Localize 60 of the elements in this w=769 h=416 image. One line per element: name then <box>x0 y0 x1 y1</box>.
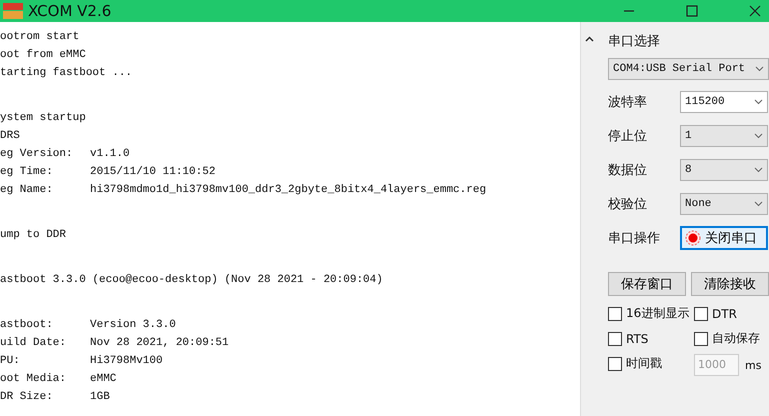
log-value: 1GB <box>90 391 110 403</box>
checkbox-label: 自动保存 <box>712 330 760 347</box>
checkbox[interactable] <box>608 306 622 320</box>
log-line: ootrom start <box>0 31 80 43</box>
log-line: tarting fastboot ... <box>0 67 132 79</box>
scrollbar[interactable] <box>580 22 598 416</box>
checkbox[interactable] <box>694 306 708 320</box>
setting-select[interactable]: 8 <box>680 159 768 181</box>
panel-button[interactable]: 清除接收 <box>691 272 769 296</box>
checkbox-label: 时间戳 <box>626 355 662 372</box>
log-value: Version 3.3.0 <box>90 319 176 331</box>
checkbox[interactable] <box>608 356 622 370</box>
checkbox-label: 16进制显示 <box>626 305 690 322</box>
log-value: Hi3798Mv100 <box>90 355 163 367</box>
dropdown-icon <box>755 66 764 72</box>
dropdown-icon <box>754 201 763 207</box>
setting-label: 波特率 <box>608 94 648 111</box>
log-label: uild Date: <box>0 336 68 351</box>
setting-label: 数据位 <box>608 162 648 179</box>
checkbox-label: DTR <box>712 306 737 320</box>
checkbox-label: RTS <box>626 332 648 346</box>
setting-select[interactable]: None <box>680 193 768 215</box>
setting-label: 校验位 <box>608 196 648 213</box>
log-line: ystem startup <box>0 112 86 124</box>
log-label: eg Time: <box>0 165 54 180</box>
log-label: eg Name: <box>0 183 54 198</box>
log-value: hi3798mdmo1d_hi3798mv100_ddr3_2gbyte_8bitx4_4layers_emmc.reg <box>90 184 486 196</box>
window-title: XCOM V2.6 <box>28 2 112 20</box>
log-line: astboot 3.3.0 (ecoo@ecoo-desktop) (Nov 28 2021 - 20:09:04) <box>0 274 383 286</box>
dropdown-icon <box>754 167 763 173</box>
setting-select[interactable]: 1 <box>680 125 768 147</box>
maximize-icon[interactable] <box>686 5 698 17</box>
dropdown-icon <box>754 99 763 105</box>
port-label: 串口选择 <box>608 33 661 50</box>
record-icon <box>685 230 701 246</box>
app-logo-icon <box>2 2 24 20</box>
checkbox[interactable] <box>608 332 622 346</box>
operation-label: 串口操作 <box>608 230 661 247</box>
scroll-up-icon[interactable] <box>585 36 594 42</box>
log-label: astboot: <box>0 318 54 333</box>
log-line: ump to DDR <box>0 229 66 241</box>
log-label: oot Media: <box>0 372 68 387</box>
close-icon[interactable] <box>749 5 761 17</box>
log-line: oot from eMMC <box>0 49 86 61</box>
log-value: v1.1.0 <box>90 148 130 160</box>
port-select[interactable]: COM4:USB Serial Port <box>608 58 769 80</box>
log-label: PU: <box>0 354 21 369</box>
dropdown-icon <box>754 133 763 139</box>
log-value: Nov 28 2021, 20:09:51 <box>90 337 229 349</box>
unit-label: ms <box>745 358 762 372</box>
log-value: eMMC <box>90 373 116 385</box>
log-label: eg Version: <box>0 147 74 162</box>
setting-select[interactable]: 115200 <box>680 91 768 113</box>
log-line: DRS <box>0 130 20 142</box>
log-value: 2015/11/10 11:10:52 <box>90 166 216 178</box>
close-port-button[interactable]: 关闭串口 <box>680 226 768 250</box>
checkbox[interactable] <box>694 332 708 346</box>
panel-button[interactable]: 保存窗口 <box>608 272 686 296</box>
setting-label: 停止位 <box>608 128 648 145</box>
log-label: DR Size: <box>0 390 54 405</box>
